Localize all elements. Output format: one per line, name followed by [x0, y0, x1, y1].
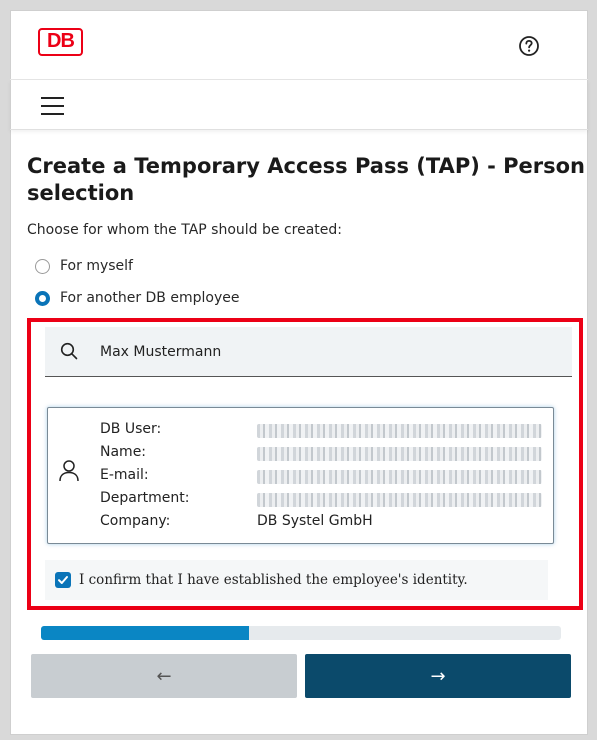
arrow-left-icon: ← — [156, 665, 172, 687]
next-button[interactable]: → — [305, 654, 571, 698]
company-label: Company: — [100, 513, 171, 529]
department-value-redacted — [257, 493, 542, 507]
department-label: Department: — [100, 490, 190, 506]
identity-confirm-label: I confirm that I have established the em… — [79, 572, 468, 588]
nav-bar — [10, 80, 588, 130]
search-icon — [60, 342, 78, 360]
name-label: Name: — [100, 444, 147, 460]
company-value: DB Systel GmbH — [257, 513, 373, 529]
identity-confirm-row[interactable]: I confirm that I have established the em… — [45, 560, 548, 600]
radio-button[interactable] — [35, 258, 50, 274]
hamburger-menu-icon[interactable] — [40, 95, 66, 117]
radio-button-selected[interactable] — [35, 290, 50, 306]
arrow-right-icon: → — [430, 665, 446, 687]
checkmark-icon — [58, 576, 68, 584]
progress-bar — [41, 626, 561, 640]
radio-option-another-employee[interactable]: For another DB employee — [35, 290, 239, 306]
selection-prompt: Choose for whom the TAP should be create… — [27, 222, 342, 238]
page-title: Create a Temporary Access Pass (TAP) - P… — [27, 154, 586, 205]
radio-option-myself[interactable]: For myself — [35, 258, 133, 274]
radio-label: For another DB employee — [60, 290, 240, 306]
employee-search-input[interactable] — [100, 336, 560, 368]
radio-label: For myself — [60, 258, 133, 274]
top-header — [10, 10, 588, 80]
db-user-label: DB User: — [100, 421, 162, 437]
back-button[interactable]: ← — [31, 654, 297, 698]
help-circle-icon[interactable] — [518, 35, 540, 57]
name-value-redacted — [257, 447, 542, 461]
email-value-redacted — [257, 470, 542, 484]
db-logo[interactable]: DB — [38, 28, 83, 56]
email-label: E-mail: — [100, 467, 149, 483]
db-user-value-redacted — [257, 424, 542, 438]
identity-confirm-checkbox[interactable] — [55, 572, 71, 588]
user-icon — [59, 460, 79, 482]
progress-bar-fill — [41, 626, 249, 640]
